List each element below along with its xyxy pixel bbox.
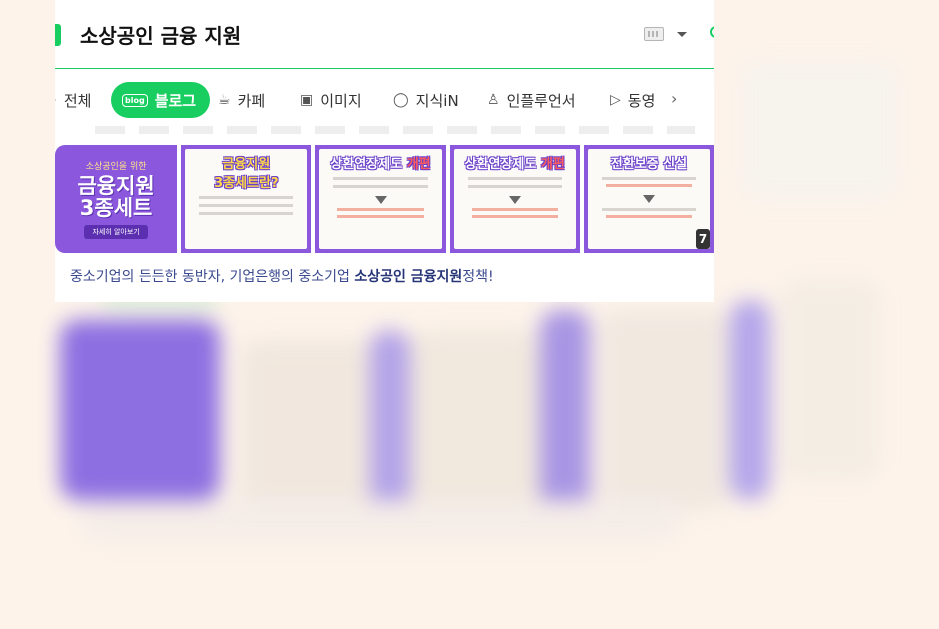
thumbnail-2[interactable]: 금융지원 3종세트란? [181,145,312,253]
tab-kin[interactable]: ◯ 지식iN [393,82,459,118]
search-icon: ⌕ [55,92,57,108]
search-query[interactable]: 소상공인 금융 지원 [80,20,241,49]
brand-mark [55,24,61,46]
thumbnail-title: 금융지원 3종세트 [77,173,155,220]
arrow-down-icon [374,196,387,204]
thumbnail-strip[interactable]: 소상공인을 위한 금융지원 3종세트 자세히 알아보기 금융지원 3종세트란? 상환… [55,145,714,253]
green-circle-icon[interactable] [710,26,714,38]
result-caption[interactable]: 중소기업의 든든한 동반자, 기업은행의 중소기업 소상공인 금융지원정책! [70,266,494,286]
thumbnail-1[interactable]: 소상공인을 위한 금융지원 3종세트 자세히 알아보기 [55,145,178,253]
thumbnail-4[interactable]: 상환연장제도 개편 [449,145,580,253]
search-tabs: ⌕ 전체 blog 블로그 ☕ 카페 ▣ 이미지 ◯ 지식iN ♙ 인플루언서 … [55,79,714,123]
kin-icon: ◯ [393,92,409,108]
tab-influencer[interactable]: ♙ 인플루언서 [487,82,576,118]
thumbnail-5[interactable]: 전환보증 신설 7 [583,145,714,253]
caret-down-icon[interactable] [677,32,687,37]
search-result-card: 소상공인 금융 지원 ⌕ 전체 blog 블로그 ☕ 카페 ▣ 이미지 ◯ 지식… [55,0,714,302]
clipped-text-line [95,126,695,134]
keyboard-icon[interactable] [644,27,664,41]
tab-cafe[interactable]: ☕ 카페 [218,82,265,118]
arrow-down-icon [642,195,655,203]
tab-image[interactable]: ▣ 이미지 [300,82,362,118]
tab-video[interactable]: ▷ 동영 [610,82,655,118]
search-bar[interactable]: 소상공인 금융 지원 [55,0,714,69]
chevron-right-icon[interactable]: › [671,89,677,108]
blog-icon: blog [122,93,148,107]
image-icon: ▣ [300,92,314,108]
arrow-down-icon [508,196,521,204]
person-icon: ♙ [487,92,500,108]
tab-all[interactable]: ⌕ 전체 [55,82,91,118]
image-count-badge: 7 [696,229,711,249]
play-icon: ▷ [610,92,621,108]
thumbnail-3[interactable]: 상환연장제도 개편 [315,145,446,253]
cafe-icon: ☕ [218,92,231,108]
tab-blog[interactable]: blog 블로그 [111,82,211,118]
